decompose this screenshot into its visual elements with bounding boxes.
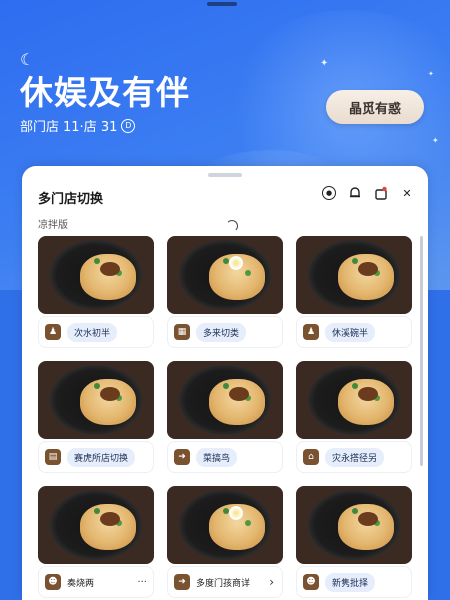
store-label-row[interactable]: ⌂ 灾永搭径另: [296, 441, 412, 473]
store-switch-panel: 多门店切换 ● ✕ 凉拌版 ♟ 次水初半 ▦ 多来切类 ♟ 休溪碗半 ▤ 赛虎所店切换 ➜ 菜搞鸟…: [22, 166, 428, 600]
store-name-tag: 奏烧两: [67, 578, 95, 589]
page-title: 休娱及有伴: [20, 73, 190, 112]
store-subtitle: 部门店 11·店 31 D: [20, 116, 136, 135]
store-card[interactable]: ♟ 休溪碗半: [296, 236, 412, 351]
dish-photo: [167, 361, 283, 439]
panel-toolbar: ● ✕: [322, 186, 414, 200]
store-name-tag: 次水初半: [67, 322, 118, 342]
store-card[interactable]: ☻ 新隽批择: [296, 486, 412, 600]
store-name-tag: 新隽批择: [325, 572, 376, 592]
store-name-tag: 灾永搭径另: [325, 447, 385, 467]
store-name: 部门店: [20, 120, 60, 135]
person-icon: ♟: [45, 324, 61, 340]
close-icon[interactable]: ✕: [400, 186, 414, 200]
store-card[interactable]: ☻ 奏烧两 ···: [38, 486, 154, 600]
scrollbar[interactable]: [420, 236, 423, 466]
bag-icon[interactable]: [374, 186, 388, 200]
store-icon: ⌂: [303, 449, 319, 465]
store-label-row[interactable]: ▦ 多来切类: [167, 316, 283, 348]
dish-photo: [296, 361, 412, 439]
face-icon: ☻: [303, 574, 319, 590]
store-card[interactable]: ♟ 次水初半: [38, 236, 154, 351]
bell-icon[interactable]: [348, 186, 362, 200]
store-label-row[interactable]: ♟ 休溪碗半: [296, 316, 412, 348]
person-icon: ♟: [303, 324, 319, 340]
dish-photo: [38, 486, 154, 564]
chevron-right-icon[interactable]: ›: [269, 575, 274, 589]
face-icon: ☻: [45, 574, 61, 590]
hero-action-button[interactable]: 晶觅有惑: [326, 90, 424, 124]
sparkle-icon: ✦: [432, 136, 439, 145]
loading-spinner-icon: [226, 220, 238, 232]
store-card[interactable]: ⌂ 灾永搭径另: [296, 361, 412, 476]
dish-photo: [167, 236, 283, 314]
sparkle-icon: ✦: [428, 70, 434, 78]
store-name-tag: 休溪碗半: [325, 322, 376, 342]
dish-photo: [296, 486, 412, 564]
store-card[interactable]: ▦ 多来切类: [167, 236, 283, 351]
store-name-tag: 菜搞鸟: [196, 447, 238, 467]
clock-icon[interactable]: ●: [322, 186, 336, 200]
chart-icon: ▦: [174, 324, 190, 340]
store-label-row[interactable]: ▤ 赛虎所店切换: [38, 441, 154, 473]
sparkle-icon: ✦: [320, 58, 329, 69]
store-name-tag: 多来切类: [196, 322, 247, 342]
more-icon[interactable]: ···: [137, 577, 147, 588]
store-card[interactable]: ➜ 多度门孩商详 ›: [167, 486, 283, 600]
store-label-row[interactable]: ☻ 奏烧两 ···: [38, 566, 154, 598]
dish-photo: [167, 486, 283, 564]
section-label: 凉拌版: [38, 220, 68, 231]
store-info: 11·店 31: [63, 120, 118, 135]
store-label-row[interactable]: ☻ 新隽批择: [296, 566, 412, 598]
store-label-row[interactable]: ➜ 多度门孩商详 ›: [167, 566, 283, 598]
store-name-tag: 赛虎所店切换: [67, 447, 136, 467]
store-label-row[interactable]: ♟ 次水初半: [38, 316, 154, 348]
arrow-icon: ➜: [174, 574, 190, 590]
arrow-icon: ➜: [174, 449, 190, 465]
dish-photo: [296, 236, 412, 314]
dish-photo: [38, 361, 154, 439]
store-name-tag: 多度门孩商详: [196, 578, 251, 589]
book-icon: ▤: [45, 449, 61, 465]
store-card[interactable]: ➜ 菜搞鸟: [167, 361, 283, 476]
status-notch: [207, 2, 237, 6]
store-card[interactable]: ▤ 赛虎所店切换: [38, 361, 154, 476]
drag-handle[interactable]: [208, 173, 242, 177]
panel-title: 多门店切换: [38, 192, 104, 207]
store-badge: D: [121, 118, 136, 133]
store-label-row[interactable]: ➜ 菜搞鸟: [167, 441, 283, 473]
dish-photo: [38, 236, 154, 314]
